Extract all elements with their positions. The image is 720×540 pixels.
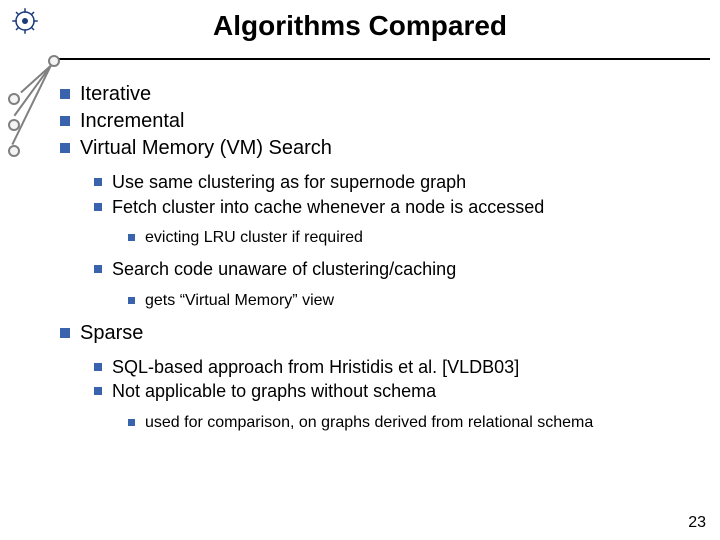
list-item-label: Sparse [80,321,700,346]
list-item-label: Not applicable to graphs without schema [112,380,700,403]
list-item: Iterative [60,82,700,107]
list-item: Incremental [60,109,700,134]
bullet-icon [60,143,70,153]
list-item: Use same clustering as for supernode gra… [94,171,700,194]
list-item-label: SQL-based approach from Hristidis et al.… [112,356,700,379]
list-item: Fetch cluster into cache whenever a node… [94,196,700,219]
list-item-label: evicting LRU cluster if required [145,228,700,248]
list-item-label: gets “Virtual Memory” view [145,291,700,311]
bullet-icon [94,178,102,186]
tree-edge [11,65,51,145]
bullet-icon [128,297,135,304]
title-underline [55,58,710,60]
list-item: evicting LRU cluster if required [128,228,700,248]
list-item-label: Search code unaware of clustering/cachin… [112,258,700,281]
list-item-label: Virtual Memory (VM) Search [80,136,700,161]
bullet-icon [60,116,70,126]
page-number: 23 [688,514,706,532]
bullet-icon [128,234,135,241]
list-item: gets “Virtual Memory” view [128,291,700,311]
list-item-label: Iterative [80,82,700,107]
bullet-icon [94,363,102,371]
bullet-icon [128,419,135,426]
slide-body: Iterative Incremental Virtual Memory (VM… [60,80,700,435]
bullet-icon [60,328,70,338]
list-item: used for comparison, on graphs derived f… [128,413,700,433]
list-item: Not applicable to graphs without schema [94,380,700,403]
list-item: SQL-based approach from Hristidis et al.… [94,356,700,379]
list-item-label: Use same clustering as for supernode gra… [112,171,700,194]
bullet-icon [94,387,102,395]
bullet-icon [60,89,70,99]
bullet-icon [94,203,102,211]
tree-node [8,93,20,105]
list-item-label: used for comparison, on graphs derived f… [145,413,700,433]
list-item-label: Fetch cluster into cache whenever a node… [112,196,700,219]
list-item: Search code unaware of clustering/cachin… [94,258,700,281]
list-item: Virtual Memory (VM) Search [60,136,700,161]
list-item: Sparse [60,321,700,346]
slide-title: Algorithms Compared [0,10,720,42]
tree-node [8,145,20,157]
list-item-label: Incremental [80,109,700,134]
bullet-icon [94,265,102,273]
